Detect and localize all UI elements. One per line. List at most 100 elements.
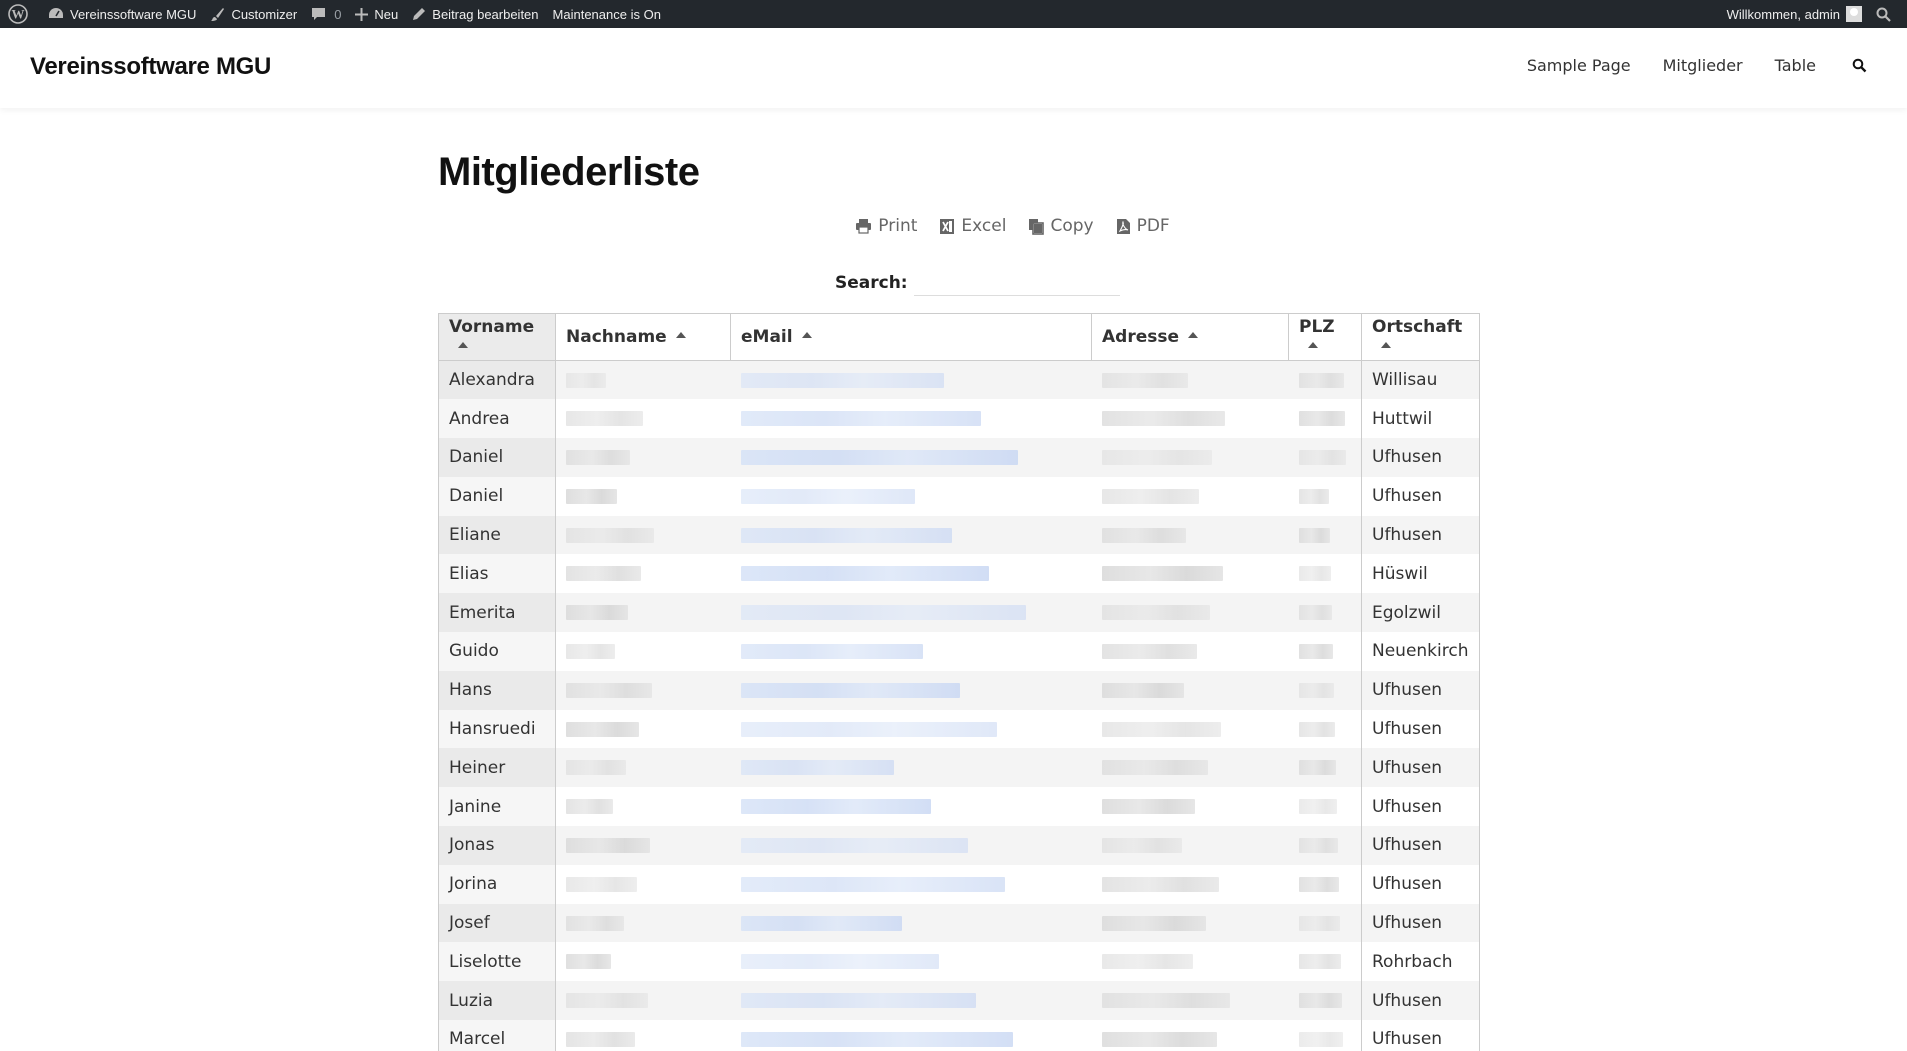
redacted-content bbox=[1298, 566, 1331, 582]
new-content-link[interactable]: Neu bbox=[348, 0, 405, 28]
search-input[interactable] bbox=[913, 270, 1120, 296]
copy-button[interactable]: Copy bbox=[1028, 216, 1094, 236]
cell-email[interactable] bbox=[730, 399, 1092, 439]
cell-ortschaft: Ufhusen bbox=[1361, 903, 1480, 943]
edit-post-link[interactable]: Beitrag bearbeiten bbox=[405, 0, 545, 28]
cell-adresse bbox=[1091, 593, 1289, 633]
cell-email[interactable] bbox=[730, 360, 1092, 400]
plus-icon bbox=[355, 7, 369, 21]
comments-link[interactable]: 0 bbox=[304, 0, 348, 28]
cell-vorname: Daniel bbox=[438, 476, 556, 516]
redacted-content bbox=[1101, 876, 1219, 892]
nav-item-table[interactable]: Table bbox=[1775, 56, 1816, 75]
cell-email[interactable] bbox=[730, 709, 1092, 749]
cell-plz bbox=[1288, 399, 1362, 439]
table-header-row: Vorname Nachname eMail Adresse PLZ Ortsc… bbox=[438, 313, 1480, 361]
redacted-content bbox=[566, 876, 637, 892]
table-row: Marcel Ufhusen bbox=[438, 1020, 1480, 1051]
table-row: Emerita Egolzwil bbox=[438, 593, 1480, 633]
welcome-label: Willkommen, admin bbox=[1726, 6, 1840, 22]
cell-vorname: Heiner bbox=[438, 748, 556, 788]
cell-plz bbox=[1288, 632, 1362, 671]
table-row: Jonas Ufhusen bbox=[438, 826, 1480, 865]
redacted-content bbox=[740, 566, 989, 582]
column-header-nachname[interactable]: Nachname bbox=[555, 313, 731, 361]
cell-plz bbox=[1288, 748, 1362, 788]
cell-plz bbox=[1288, 554, 1362, 594]
redacted-content bbox=[1298, 876, 1339, 892]
redacted-content bbox=[1101, 682, 1184, 698]
cell-adresse bbox=[1091, 709, 1289, 749]
column-header-email[interactable]: eMail bbox=[730, 313, 1092, 361]
cell-nachname bbox=[555, 360, 731, 400]
cell-plz bbox=[1288, 1020, 1362, 1051]
cell-nachname bbox=[555, 903, 731, 943]
cell-email[interactable] bbox=[730, 864, 1092, 904]
redacted-content bbox=[1298, 721, 1335, 737]
site-name-link[interactable]: Vereinssoftware MGU bbox=[41, 0, 203, 28]
site-title-link[interactable]: Vereinssoftware MGU bbox=[30, 53, 271, 81]
adminbar-search-button[interactable] bbox=[1869, 0, 1907, 28]
cell-adresse bbox=[1091, 399, 1289, 439]
cell-adresse bbox=[1091, 670, 1289, 710]
cell-email[interactable] bbox=[730, 515, 1092, 555]
column-header-ortschaft[interactable]: Ortschaft bbox=[1361, 313, 1480, 361]
main-navigation: Sample Page Mitglieder Table bbox=[1495, 56, 1867, 75]
cell-plz bbox=[1288, 981, 1362, 1021]
cell-email[interactable] bbox=[730, 632, 1092, 671]
redacted-content bbox=[740, 682, 960, 698]
redacted-content bbox=[566, 566, 641, 582]
cell-email[interactable] bbox=[730, 981, 1092, 1021]
redacted-content bbox=[740, 1031, 1013, 1047]
cell-email[interactable] bbox=[730, 826, 1092, 865]
cell-email[interactable] bbox=[730, 554, 1092, 594]
cell-email[interactable] bbox=[730, 593, 1092, 633]
redacted-content bbox=[1298, 1031, 1343, 1047]
nav-item-mitglieder[interactable]: Mitglieder bbox=[1663, 56, 1743, 75]
cell-email[interactable] bbox=[730, 748, 1092, 788]
cell-plz bbox=[1288, 515, 1362, 555]
my-account-link[interactable]: Willkommen, admin bbox=[1720, 0, 1869, 28]
column-header-vorname[interactable]: Vorname bbox=[438, 313, 556, 361]
page-title: Mitgliederliste bbox=[438, 150, 700, 194]
redacted-content bbox=[740, 837, 968, 853]
maintenance-status-link[interactable]: Maintenance is On bbox=[546, 0, 668, 28]
redacted-content bbox=[566, 605, 628, 621]
column-header-label: Adresse bbox=[1102, 327, 1180, 347]
printer-icon bbox=[856, 219, 872, 234]
cell-adresse bbox=[1091, 515, 1289, 555]
column-header-adresse[interactable]: Adresse bbox=[1091, 313, 1289, 361]
cell-adresse bbox=[1091, 438, 1289, 477]
excel-button[interactable]: Excel bbox=[939, 216, 1006, 236]
cell-email[interactable] bbox=[730, 476, 1092, 516]
print-button[interactable]: Print bbox=[855, 216, 917, 236]
cell-email[interactable] bbox=[730, 787, 1092, 827]
cell-email[interactable] bbox=[730, 903, 1092, 943]
column-header-label: eMail bbox=[741, 327, 793, 347]
cell-vorname: Jonas bbox=[438, 826, 556, 865]
redacted-content bbox=[566, 449, 630, 465]
header-search-button[interactable] bbox=[1852, 58, 1867, 73]
pdf-button[interactable]: PDF bbox=[1116, 216, 1170, 236]
column-header-label: PLZ bbox=[1299, 317, 1335, 337]
redacted-content bbox=[740, 527, 952, 543]
customizer-link[interactable]: Customizer bbox=[203, 0, 304, 28]
nav-item-sample-page[interactable]: Sample Page bbox=[1527, 56, 1631, 75]
cell-email[interactable] bbox=[730, 942, 1092, 982]
cell-ortschaft: Ufhusen bbox=[1361, 826, 1480, 865]
excel-file-icon bbox=[940, 218, 955, 234]
redacted-content bbox=[740, 876, 1005, 892]
cell-plz bbox=[1288, 593, 1362, 633]
wordpress-logo-button[interactable]: W bbox=[0, 0, 41, 28]
cell-adresse bbox=[1091, 360, 1289, 400]
cell-email[interactable] bbox=[730, 670, 1092, 710]
edit-post-label: Beitrag bearbeiten bbox=[432, 6, 539, 22]
search-label: Search: bbox=[835, 273, 908, 293]
column-header-plz[interactable]: PLZ bbox=[1288, 313, 1362, 361]
redacted-content bbox=[1101, 643, 1197, 659]
redacted-content bbox=[1298, 837, 1338, 853]
cell-email[interactable] bbox=[730, 438, 1092, 477]
cell-email[interactable] bbox=[730, 1020, 1092, 1051]
redacted-content bbox=[1298, 954, 1341, 970]
column-header-label: Ortschaft bbox=[1372, 317, 1463, 337]
